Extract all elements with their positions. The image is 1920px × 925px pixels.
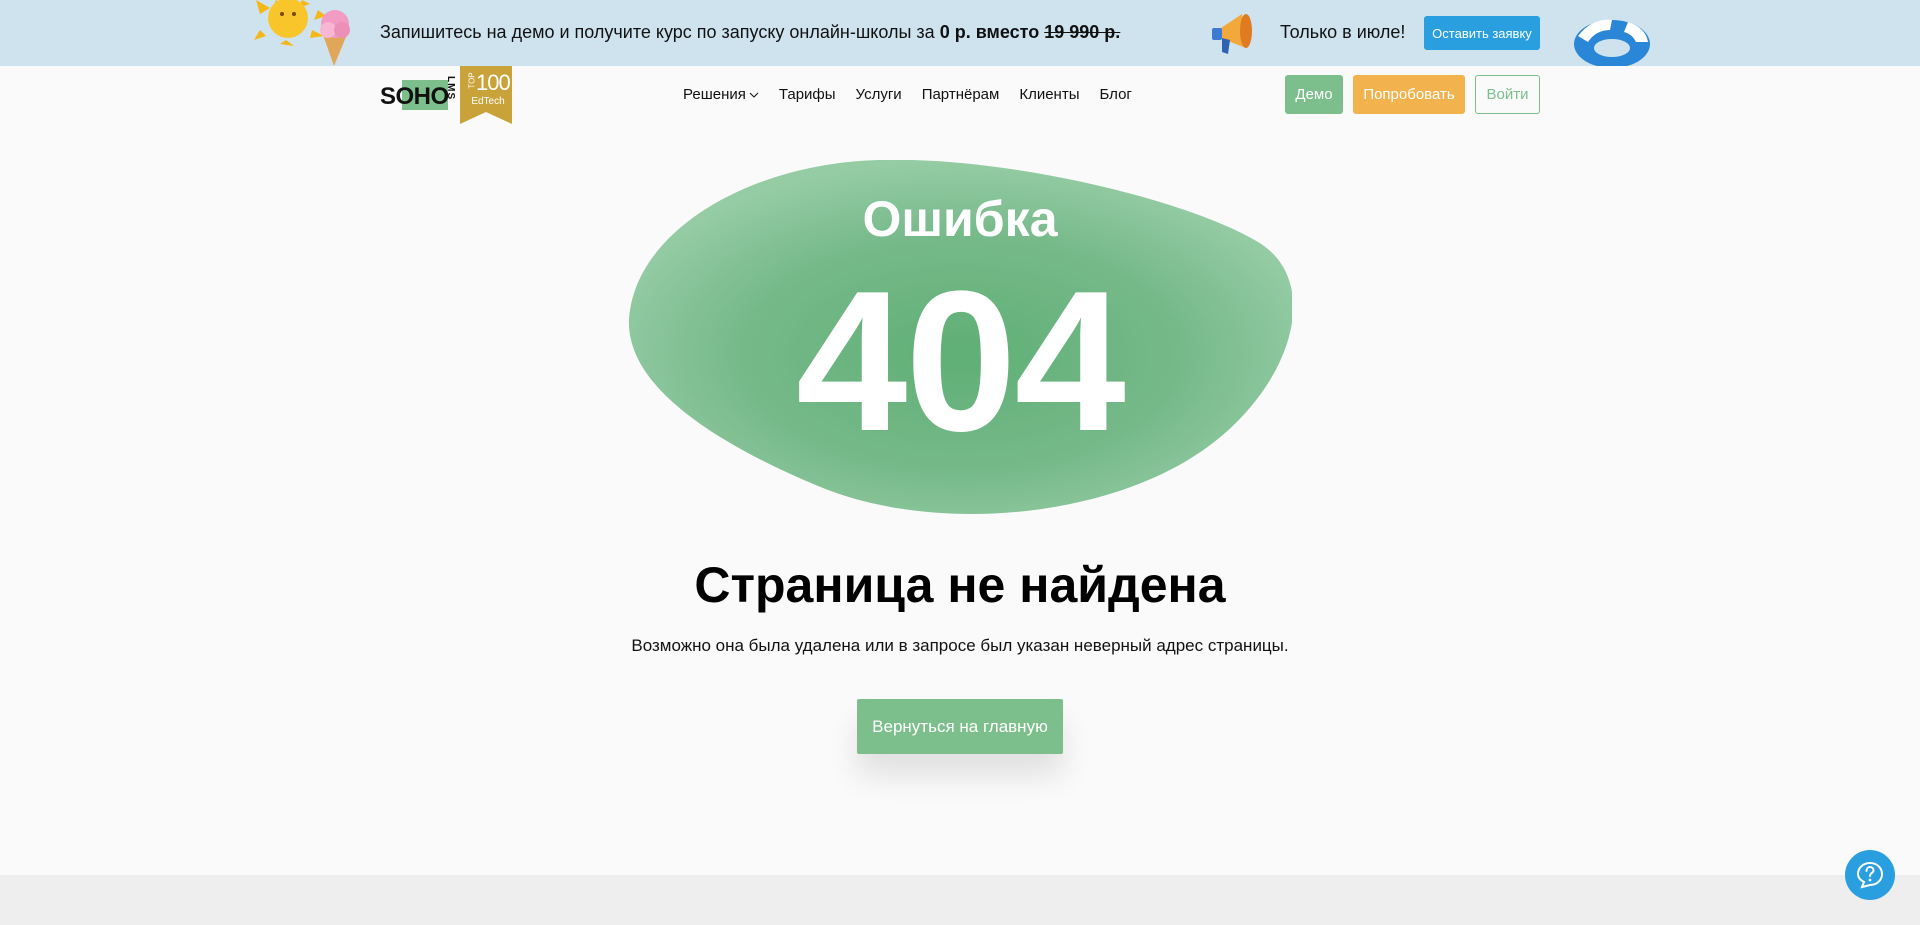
try-button[interactable]: Попробовать	[1353, 75, 1465, 114]
logo-suffix: LMS	[445, 76, 456, 101]
error-code: 404	[796, 250, 1126, 473]
login-button[interactable]: Войти	[1475, 75, 1540, 114]
badge-sub: EdTech	[471, 96, 505, 107]
page-title: Страница не найдена	[694, 557, 1226, 613]
promo-only-text: Только в июле!	[1280, 22, 1406, 42]
badge-number: 100	[476, 70, 511, 95]
page-subtitle: Возможно она была удалена или в запросе …	[631, 636, 1289, 655]
leave-request-button[interactable]: Оставить заявку	[1424, 16, 1540, 50]
back-home-button[interactable]: Вернуться на главную	[857, 699, 1063, 754]
site-header: SOHO LMS TOP 100 EdTech Решения Тарифы У…	[0, 66, 1920, 124]
demo-button[interactable]: Демо	[1285, 75, 1343, 114]
nav-item-clients[interactable]: Клиенты	[1019, 86, 1079, 103]
help-question-icon	[1856, 861, 1884, 889]
logo[interactable]: SOHO LMS TOP 100 EdTech	[380, 66, 512, 124]
promo-price-old: 19 990 р.	[1044, 22, 1121, 42]
nav-item-blog[interactable]: Блог	[1099, 86, 1131, 103]
megaphone-icon	[1212, 14, 1252, 54]
error-word: Ошибка	[862, 191, 1058, 247]
top100-badge: TOP 100 EdTech	[460, 66, 512, 124]
promo-bar: Запишитесь на демо и получите курс по за…	[0, 0, 1920, 66]
nav-item-services[interactable]: Услуги	[856, 86, 902, 103]
nav-item-pricing[interactable]: Тарифы	[779, 86, 836, 103]
help-button[interactable]	[1845, 850, 1895, 900]
swim-ring-icon	[1574, 19, 1650, 66]
logo-brand: SOHO	[380, 83, 449, 110]
main-nav: Решения Тарифы Услуги Партнёрам Клиенты …	[683, 86, 1152, 103]
nav-item-solutions[interactable]: Решения	[683, 86, 759, 103]
promo-price-new: 0 р.	[939, 22, 971, 42]
chevron-down-icon	[749, 92, 759, 98]
promo-text: Запишитесь на демо и получите курс по за…	[380, 22, 1121, 42]
footer-band	[0, 875, 1920, 925]
ice-cream-icon	[320, 10, 350, 66]
nav-item-partners[interactable]: Партнёрам	[922, 86, 1000, 103]
